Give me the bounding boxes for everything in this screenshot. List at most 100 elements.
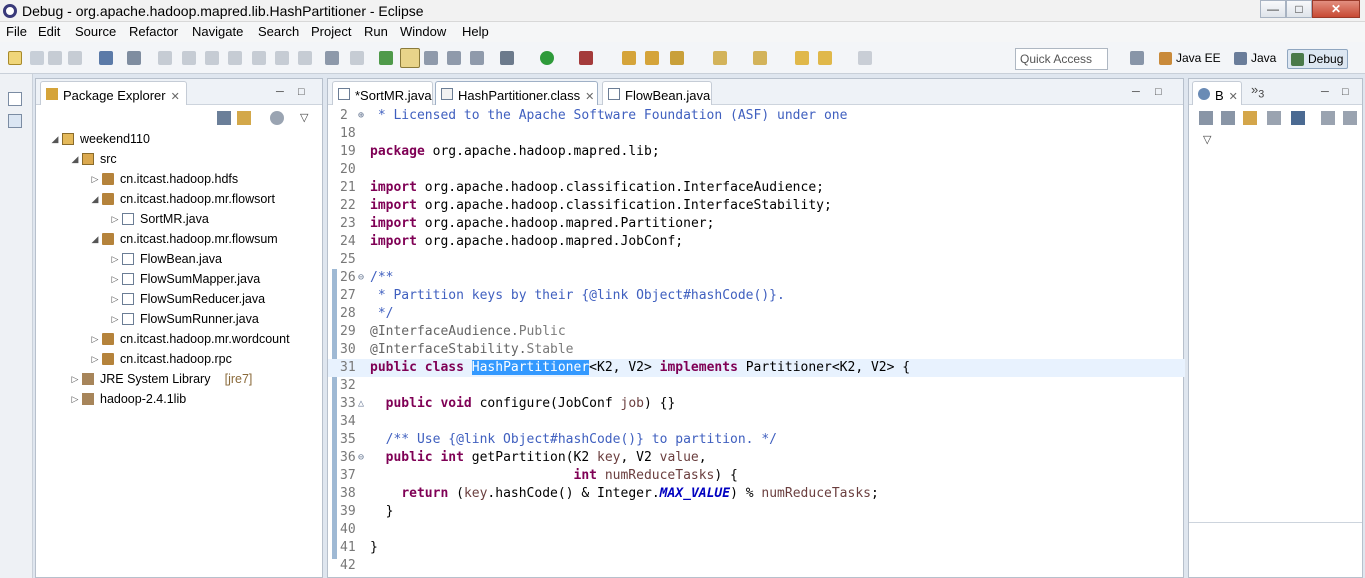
code-line[interactable]: 26 ⊖ /** (328, 269, 1185, 287)
resume-icon[interactable] (158, 51, 172, 65)
perspective-java-ee[interactable]: Java EE (1156, 49, 1225, 69)
view-menu-icon[interactable] (270, 111, 284, 125)
collapse-all-icon[interactable] (217, 111, 231, 125)
open-perspective-icon[interactable] (379, 51, 393, 65)
save-icon[interactable] (48, 51, 62, 65)
code-line[interactable]: 19 package org.apache.hadoop.mapred.lib; (328, 143, 1185, 161)
collapsed-arrow-icon[interactable]: ▷ (110, 289, 120, 309)
show-breakpoints-icon[interactable] (1243, 111, 1257, 125)
code-line[interactable]: 23 import org.apache.hadoop.mapred.Partit… (328, 215, 1185, 233)
minimized-view-icon[interactable] (8, 114, 22, 128)
show-source-icon[interactable] (470, 51, 484, 65)
open-perspective-button-icon[interactable] (1130, 51, 1144, 65)
collapsed-arrow-icon[interactable]: ▷ (90, 329, 100, 349)
tab-breakpoints[interactable]: B ✕ (1192, 81, 1242, 105)
menu-project[interactable]: Project (311, 24, 351, 39)
menu-search[interactable]: Search (258, 24, 299, 39)
code-line[interactable]: 36 ⊖ public int getPartition(K2 key, V2 v… (328, 449, 1185, 467)
code-line[interactable]: 41} (328, 539, 1185, 557)
code-line[interactable]: 31 public class HashPartitioner<K2, V2> i… (328, 359, 1185, 377)
code-line[interactable]: 28 */ (328, 305, 1185, 323)
print-icon[interactable] (99, 51, 113, 65)
minimize-view-icon[interactable]: ─ (276, 86, 284, 98)
suspend-icon[interactable] (182, 51, 196, 65)
forward-icon[interactable] (858, 51, 872, 65)
code-line[interactable]: 39 } (328, 503, 1185, 521)
maximize-view-icon[interactable]: □ (298, 86, 305, 98)
close-button[interactable]: ✕ (1312, 0, 1360, 18)
view-menu-chevron-icon[interactable]: ▽ (1203, 133, 1211, 146)
code-line[interactable]: 29 @InterfaceAudience.Public (328, 323, 1185, 341)
show-whitespace-icon[interactable] (447, 51, 461, 65)
terminate-icon[interactable] (205, 51, 219, 65)
expanded-arrow-icon[interactable]: ◢ (50, 129, 60, 149)
step-into-icon[interactable] (252, 51, 266, 65)
tab-package-explorer[interactable]: Package Explorer ✕ (40, 81, 187, 105)
tab-sortmr-java[interactable]: *SortMR.java (332, 81, 433, 105)
code-line[interactable]: 37 int numReduceTasks) { (328, 467, 1185, 485)
menu-navigate[interactable]: Navigate (192, 24, 243, 39)
menu-refactor[interactable]: Refactor (129, 24, 178, 39)
menu-file[interactable]: File (6, 24, 27, 39)
use-step-filters-icon[interactable] (350, 51, 364, 65)
link-with-editor-icon[interactable] (237, 111, 251, 125)
maximize-editor-icon[interactable]: □ (1155, 86, 1162, 98)
dropdown-icon[interactable] (30, 51, 44, 65)
run-icon[interactable] (540, 51, 554, 65)
tab-flowbean-java[interactable]: FlowBean.java (602, 81, 712, 105)
last-edit-location-icon[interactable] (795, 51, 809, 65)
collapse-icon[interactable] (1321, 111, 1335, 125)
collapsed-arrow-icon[interactable]: ▷ (110, 249, 120, 269)
perspective-debug[interactable]: Debug (1287, 49, 1349, 69)
back-icon[interactable] (818, 51, 832, 65)
menu-run[interactable]: Run (364, 24, 388, 39)
code-line[interactable]: 21 import org.apache.hadoop.classificatio… (328, 179, 1185, 197)
collapsed-arrow-icon[interactable]: ▷ (90, 169, 100, 189)
code-line[interactable]: 2 ⊕ * Licensed to the Apache Software Fou… (328, 107, 1185, 125)
expanded-arrow-icon[interactable]: ◢ (90, 189, 100, 209)
code-line[interactable]: 42 (328, 557, 1185, 575)
fold-toggle-icon[interactable]: ⊖ (358, 269, 364, 287)
close-tab-icon[interactable]: ✕ (585, 91, 594, 103)
skip-all-breakpoints-icon[interactable] (1291, 111, 1305, 125)
code-line[interactable]: 27 * Partition keys by their {@link Obje… (328, 287, 1185, 305)
step-over-icon[interactable] (275, 51, 289, 65)
collapsed-arrow-icon[interactable]: ▷ (110, 269, 120, 289)
step-return-icon[interactable] (298, 51, 312, 65)
drop-to-frame-icon[interactable] (325, 51, 339, 65)
fold-toggle-icon[interactable]: ⊖ (358, 449, 364, 467)
previous-annotation-icon[interactable] (753, 51, 767, 65)
code-line[interactable]: 32 (328, 377, 1185, 395)
code-editor[interactable]: 2 ⊕ * Licensed to the Apache Software Fou… (328, 105, 1185, 577)
minimize-view-icon[interactable]: ─ (1321, 86, 1329, 98)
disconnect-icon[interactable] (228, 51, 242, 65)
close-tab-icon[interactable]: ✕ (171, 91, 180, 103)
more-views-chevron[interactable]: »3 (1251, 82, 1264, 101)
maximize-view-icon[interactable]: □ (1342, 86, 1349, 98)
new-java-project-icon[interactable] (622, 51, 636, 65)
code-line[interactable]: 35 /** Use {@link Object#hashCode()} to … (328, 431, 1185, 449)
minimize-editor-icon[interactable]: ─ (1132, 86, 1140, 98)
menu-help[interactable]: Help (462, 24, 489, 39)
new-class-icon[interactable] (670, 51, 684, 65)
close-tab-icon[interactable]: ✕ (1229, 91, 1238, 103)
code-line[interactable]: 34 (328, 413, 1185, 431)
collapsed-arrow-icon[interactable]: ▷ (110, 209, 120, 229)
new-icon[interactable] (8, 51, 22, 65)
code-line[interactable]: 38 return (key.hashCode() & Integer.MAX_… (328, 485, 1185, 503)
save-all-icon[interactable] (68, 51, 82, 65)
go-to-file-icon[interactable] (1267, 111, 1281, 125)
perspective-java[interactable]: Java (1231, 49, 1280, 69)
code-line[interactable]: 25 (328, 251, 1185, 269)
restore-icon[interactable] (8, 92, 22, 106)
maximize-button[interactable]: □ (1286, 0, 1312, 18)
code-line[interactable]: 33 △ public void configure(JobConf job) {… (328, 395, 1185, 413)
next-annotation-icon[interactable] (713, 51, 727, 65)
code-line[interactable]: 30 @InterfaceStability.Stable (328, 341, 1185, 359)
menu-edit[interactable]: Edit (38, 24, 60, 39)
coverage-icon[interactable] (579, 51, 593, 65)
collapsed-arrow-icon[interactable]: ▷ (110, 309, 120, 329)
code-line[interactable]: 24 import org.apache.hadoop.mapred.JobCon… (328, 233, 1185, 251)
collapsed-arrow-icon[interactable]: ▷ (70, 389, 80, 409)
expanded-arrow-icon[interactable]: ◢ (70, 149, 80, 169)
